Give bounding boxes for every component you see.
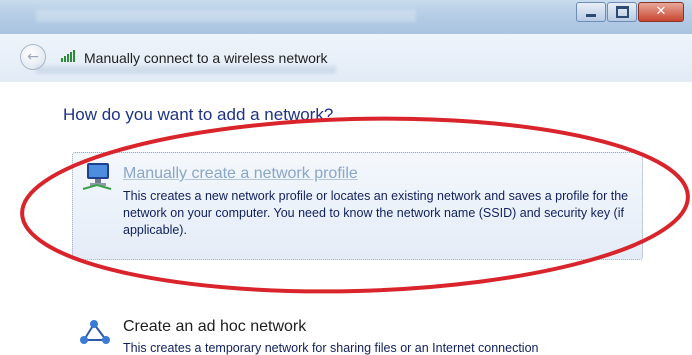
maximize-button[interactable] bbox=[607, 2, 637, 22]
header-blurred-text bbox=[36, 66, 336, 74]
option-ad-hoc-title[interactable]: Create an ad hoc network bbox=[123, 318, 306, 336]
minimize-button[interactable] bbox=[576, 2, 606, 22]
wizard-header: ← Manually connect to a wireless network bbox=[0, 34, 692, 82]
option-manual-profile[interactable]: Manually create a network profile This c… bbox=[72, 152, 643, 260]
close-button[interactable]: ✕ bbox=[638, 2, 684, 22]
maximize-icon bbox=[615, 6, 629, 18]
minimize-icon bbox=[586, 13, 596, 17]
window-title-bar[interactable]: ✕ bbox=[0, 0, 692, 35]
window-controls: ✕ bbox=[576, 2, 684, 22]
wizard-title: Manually connect to a wireless network bbox=[84, 50, 328, 66]
wireless-signal-icon bbox=[61, 50, 75, 62]
network-computer-icon bbox=[82, 163, 112, 190]
back-arrow-icon: ← bbox=[27, 49, 39, 65]
option-description: This creates a new network profile or lo… bbox=[123, 189, 629, 237]
close-icon: ✕ bbox=[655, 4, 667, 19]
page-heading: How do you want to add a network? bbox=[63, 105, 334, 124]
title-bar-blurred-text bbox=[36, 10, 416, 22]
ad-hoc-network-icon bbox=[80, 320, 110, 344]
option-title[interactable]: Manually create a network profile bbox=[123, 165, 358, 183]
